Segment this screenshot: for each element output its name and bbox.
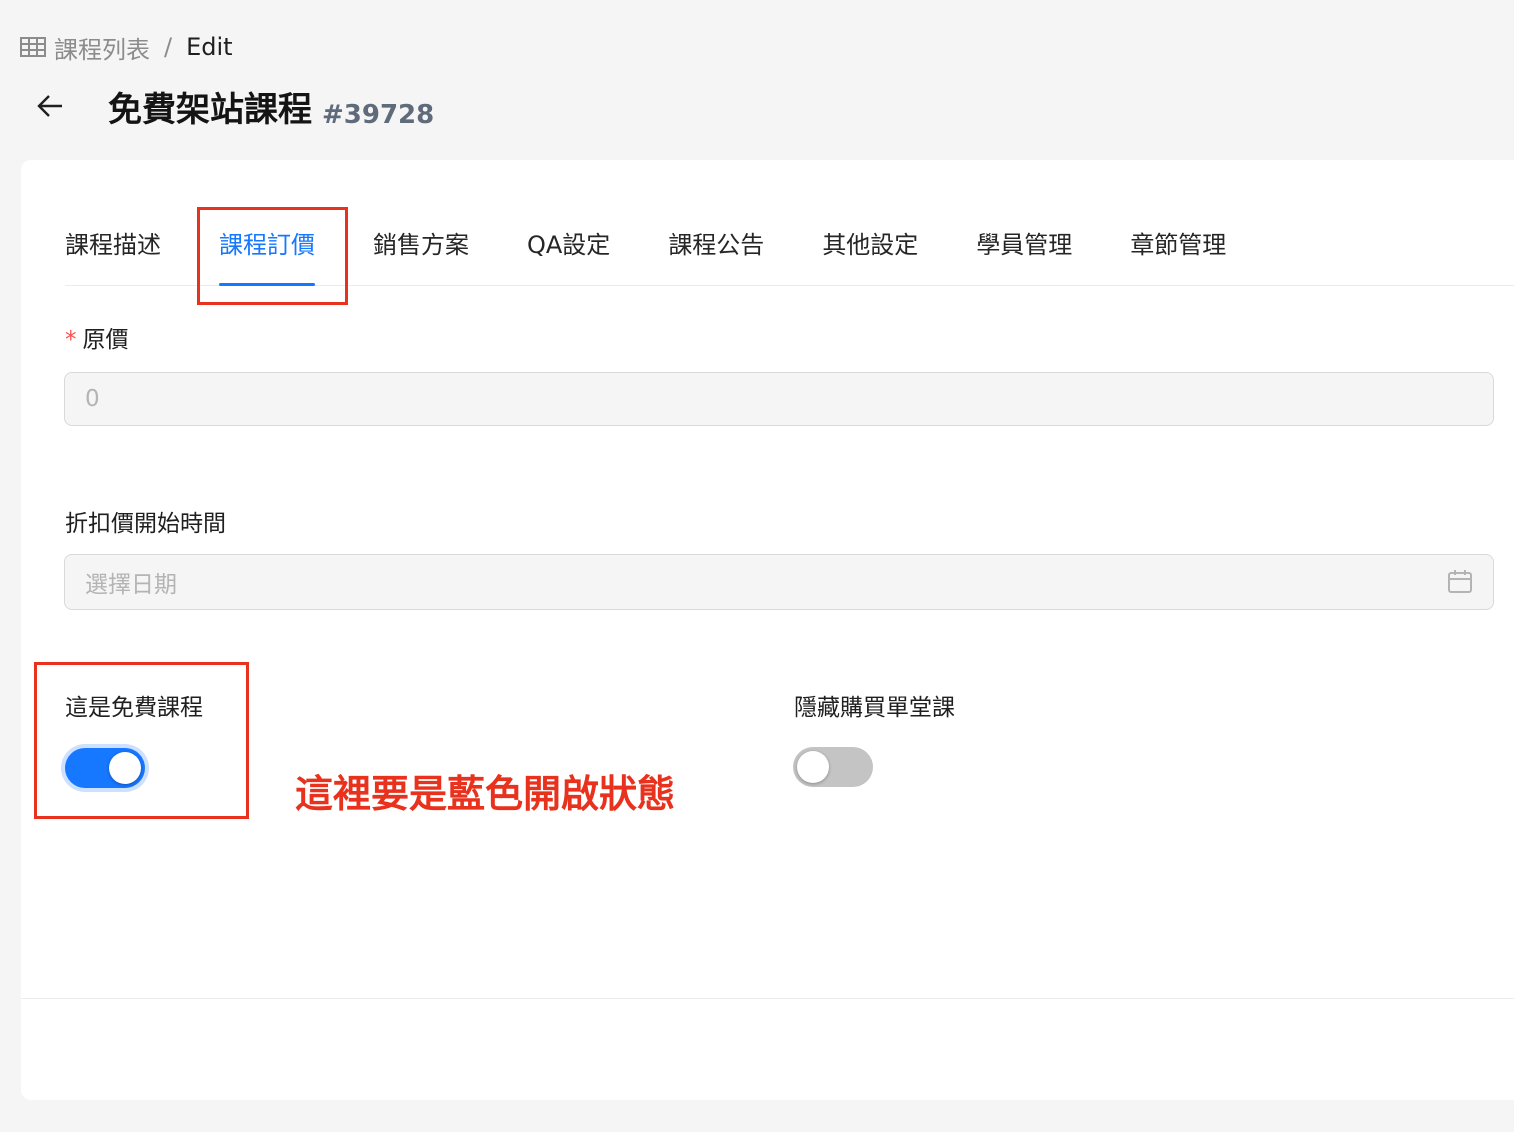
page-title: 免費架站課程 bbox=[108, 89, 312, 130]
date-picker-placeholder: 選擇日期 bbox=[85, 572, 177, 598]
tab-qa-settings[interactable]: QA設定 bbox=[527, 206, 610, 286]
original-price-value: 0 bbox=[85, 386, 100, 412]
breadcrumb-parent-link[interactable]: 課程列表 bbox=[54, 30, 150, 65]
free-course-label: 這是免費課程 bbox=[65, 695, 203, 721]
original-price-label-text: 原價 bbox=[82, 327, 129, 353]
tab-chapter-management[interactable]: 章節管理 bbox=[1130, 206, 1226, 286]
tab-other-settings[interactable]: 其他設定 bbox=[822, 206, 918, 286]
switch-knob bbox=[797, 751, 829, 783]
annotation-box-free-course bbox=[34, 662, 249, 819]
annotation-text: 這裡要是藍色開啟狀態 bbox=[295, 772, 676, 816]
tab-course-description[interactable]: 課程描述 bbox=[65, 206, 161, 286]
hide-single-purchase-switch[interactable] bbox=[793, 747, 873, 787]
tab-sales-plans[interactable]: 銷售方案 bbox=[373, 206, 469, 286]
calendar-icon[interactable] bbox=[1447, 569, 1473, 595]
hide-single-purchase-label: 隱藏購買單堂課 bbox=[794, 695, 955, 721]
original-price-label: * 原價 bbox=[65, 320, 129, 354]
breadcrumb-separator: / bbox=[164, 33, 173, 61]
original-price-input[interactable]: 0 bbox=[64, 372, 1494, 426]
course-id: #39728 bbox=[322, 100, 435, 130]
tab-course-announcements[interactable]: 課程公告 bbox=[668, 206, 764, 286]
discount-start-date-picker[interactable]: 選擇日期 bbox=[64, 554, 1494, 610]
required-mark: * bbox=[65, 327, 77, 353]
tab-bar: 課程描述 課程訂價 銷售方案 QA設定 課程公告 其他設定 學員管理 章節管理 bbox=[65, 206, 1514, 286]
main-card: 課程描述 課程訂價 銷售方案 QA設定 課程公告 其他設定 學員管理 章節管理 … bbox=[21, 160, 1514, 1100]
card-divider bbox=[21, 998, 1514, 999]
breadcrumb-current: Edit bbox=[186, 33, 233, 61]
arrow-left-icon bbox=[37, 95, 62, 117]
tab-course-pricing[interactable]: 課程訂價 bbox=[219, 206, 315, 286]
free-course-switch[interactable] bbox=[65, 748, 145, 788]
switch-knob bbox=[109, 752, 141, 784]
table-icon bbox=[20, 36, 46, 58]
tab-student-management[interactable]: 學員管理 bbox=[976, 206, 1072, 286]
back-button[interactable] bbox=[34, 90, 66, 122]
breadcrumb: 課程列表 / Edit bbox=[20, 30, 233, 64]
page-header: 免費架站課程 #39728 bbox=[34, 78, 434, 134]
discount-start-label: 折扣價開始時間 bbox=[65, 511, 226, 537]
